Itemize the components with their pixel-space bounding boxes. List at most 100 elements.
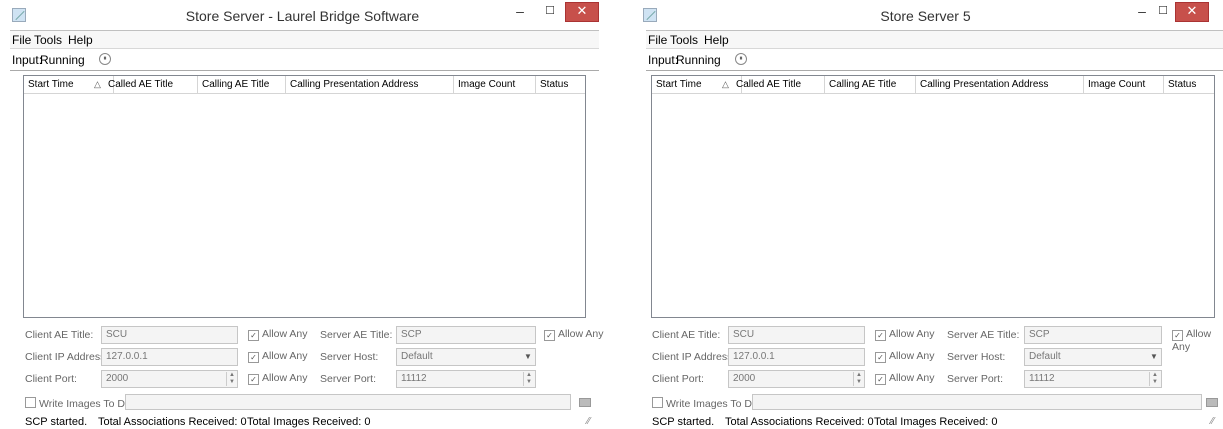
server-port-stepper[interactable]: 11112 ▲ ▼ bbox=[396, 370, 536, 388]
input-label: Input: bbox=[648, 53, 679, 67]
total-associations-received: Total Associations Received: 0 bbox=[725, 416, 874, 428]
status-message: SCP started. bbox=[25, 416, 88, 428]
client-ip-address-field[interactable]: 127.0.0.1 bbox=[728, 348, 865, 366]
menu-tools[interactable]: Tools bbox=[670, 33, 698, 47]
spinner-arrows-icon[interactable]: ▲ ▼ bbox=[1149, 372, 1160, 386]
checkmark-icon: ✓ bbox=[248, 374, 259, 385]
column-image-count[interactable]: Image Count bbox=[454, 76, 536, 93]
server-ae-title-label: Server AE Title: bbox=[947, 329, 1020, 341]
server-host-dropdown[interactable]: Default ▼ bbox=[1024, 348, 1162, 366]
maximize-button[interactable]: ☐ bbox=[539, 2, 561, 22]
allow-any-server-ae-checkbox[interactable]: ✓ Allow Any bbox=[1172, 328, 1223, 353]
sort-indicator-icon: △ bbox=[722, 79, 729, 89]
total-images-received: Total Images Received: 0 bbox=[247, 416, 371, 428]
server-port-stepper[interactable]: 11112 ▲ ▼ bbox=[1024, 370, 1162, 388]
column-called-ae-title[interactable]: Called AE Title bbox=[104, 76, 198, 93]
close-button[interactable]: ✕ bbox=[1175, 2, 1209, 22]
server-ae-title-field[interactable]: SCP bbox=[1024, 326, 1162, 344]
spinner-arrows-icon[interactable]: ▲ ▼ bbox=[523, 372, 534, 386]
column-calling-ae-title[interactable]: Calling AE Title bbox=[198, 76, 286, 93]
client-ae-title-field[interactable]: SCU bbox=[101, 326, 238, 344]
folder-icon[interactable] bbox=[1206, 398, 1218, 407]
server-host-label: Server Host: bbox=[947, 351, 1006, 363]
maximize-button[interactable]: ☐ bbox=[1152, 2, 1174, 22]
column-calling-ae-title[interactable]: Calling AE Title bbox=[825, 76, 916, 93]
write-images-checkbox[interactable]: Write Images To Disk bbox=[25, 397, 138, 410]
allow-any-client-ae-checkbox[interactable]: ✓ Allow Any bbox=[875, 328, 935, 341]
client-port-value: 2000 bbox=[106, 373, 129, 384]
pause-icon[interactable]: ⏸ bbox=[99, 53, 111, 65]
allow-any-client-ip-checkbox[interactable]: ✓ Allow Any bbox=[248, 350, 308, 363]
menu-tools[interactable]: Tools bbox=[34, 33, 62, 47]
column-called-ae-title[interactable]: Called AE Title bbox=[732, 76, 825, 93]
associations-table[interactable]: Start Time △ Called AE Title Calling AE … bbox=[23, 75, 586, 318]
checkmark-icon: ✓ bbox=[248, 330, 259, 341]
resize-grip-icon[interactable]: ⁄⁄ bbox=[1211, 416, 1214, 427]
allow-any-client-ae-checkbox[interactable]: ✓ Allow Any bbox=[248, 328, 308, 341]
title-bar[interactable]: Store Server - Laurel Bridge Software – … bbox=[0, 0, 605, 30]
total-associations-received: Total Associations Received: 0 bbox=[98, 416, 247, 428]
checkmark-icon: ✓ bbox=[875, 374, 886, 385]
client-ip-address-field[interactable]: 127.0.0.1 bbox=[101, 348, 238, 366]
write-images-checkbox[interactable]: Write Images To Disk bbox=[652, 397, 765, 410]
menu-help[interactable]: Help bbox=[68, 33, 93, 47]
server-host-dropdown[interactable]: Default ▼ bbox=[396, 348, 536, 366]
sort-indicator-icon: △ bbox=[94, 79, 101, 89]
allow-any-label: Allow Any bbox=[558, 328, 604, 340]
column-calling-presentation-address[interactable]: Calling Presentation Address bbox=[286, 76, 454, 93]
menu-file[interactable]: File bbox=[648, 33, 667, 47]
table-header: Start Time △ Called AE Title Calling AE … bbox=[24, 76, 585, 94]
menu-file[interactable]: File bbox=[12, 33, 31, 47]
close-button[interactable]: ✕ bbox=[565, 2, 599, 22]
input-state: Running bbox=[40, 53, 85, 67]
allow-any-client-port-checkbox[interactable]: ✓ Allow Any bbox=[248, 372, 308, 385]
spinner-arrows-icon[interactable]: ▲ ▼ bbox=[853, 372, 864, 386]
client-port-stepper[interactable]: 2000 ▲ ▼ bbox=[101, 370, 238, 388]
dropdown-arrow-icon[interactable]: ▼ bbox=[1149, 350, 1159, 364]
write-images-path-field[interactable] bbox=[125, 394, 571, 410]
server-host-value: Default bbox=[1029, 351, 1061, 362]
spinner-arrows-icon[interactable]: ▲ ▼ bbox=[226, 372, 237, 386]
server-ae-title-field[interactable]: SCP bbox=[396, 326, 536, 344]
client-port-stepper[interactable]: 2000 ▲ ▼ bbox=[728, 370, 865, 388]
write-images-path-field[interactable] bbox=[752, 394, 1202, 410]
minimize-button[interactable]: – bbox=[1131, 2, 1153, 22]
server-host-value: Default bbox=[401, 351, 433, 362]
client-ae-title-field[interactable]: SCU bbox=[728, 326, 865, 344]
total-images-received: Total Images Received: 0 bbox=[874, 416, 998, 428]
folder-icon[interactable] bbox=[579, 398, 591, 407]
checkmark-icon: ✓ bbox=[1172, 330, 1183, 341]
allow-any-label: Allow Any bbox=[889, 372, 935, 384]
server-port-label: Server Port: bbox=[320, 373, 377, 385]
allow-any-label: Allow Any bbox=[262, 372, 308, 384]
pause-icon[interactable]: ⏸ bbox=[735, 53, 747, 65]
column-calling-presentation-address[interactable]: Calling Presentation Address bbox=[916, 76, 1084, 93]
store-server-window-left: Store Server - Laurel Bridge Software – … bbox=[0, 0, 605, 429]
dropdown-arrow-icon[interactable]: ▼ bbox=[523, 350, 533, 364]
title-bar[interactable]: Store Server 5 – ☐ ✕ bbox=[628, 0, 1223, 30]
client-ip-address-label: Client IP Address: bbox=[652, 351, 736, 363]
write-images-label: Write Images To Disk bbox=[666, 398, 765, 410]
associations-table[interactable]: Start Time △ Called AE Title Calling AE … bbox=[651, 75, 1215, 318]
menu-help[interactable]: Help bbox=[704, 33, 729, 47]
allow-any-label: Allow Any bbox=[262, 328, 308, 340]
column-image-count[interactable]: Image Count bbox=[1084, 76, 1164, 93]
checkmark-icon: ✓ bbox=[544, 330, 555, 341]
checkmark-icon: ✓ bbox=[248, 352, 259, 363]
client-ae-title-label: Client AE Title: bbox=[25, 329, 94, 341]
server-ae-title-label: Server AE Title: bbox=[320, 329, 393, 341]
allow-any-server-ae-checkbox[interactable]: ✓ Allow Any bbox=[544, 328, 604, 341]
allow-any-client-ip-checkbox[interactable]: ✓ Allow Any bbox=[875, 350, 935, 363]
checkmark-icon: ✓ bbox=[875, 330, 886, 341]
resize-grip-icon[interactable]: ⁄⁄ bbox=[587, 416, 590, 427]
input-state: Running bbox=[676, 53, 721, 67]
column-status[interactable]: Status bbox=[536, 76, 585, 93]
minimize-button[interactable]: – bbox=[509, 2, 531, 22]
client-port-label: Client Port: bbox=[25, 373, 77, 385]
input-status-row: Input: Running ⏸ bbox=[646, 49, 1223, 69]
allow-any-client-port-checkbox[interactable]: ✓ Allow Any bbox=[875, 372, 935, 385]
allow-any-label: Allow Any bbox=[889, 328, 935, 340]
server-host-label: Server Host: bbox=[320, 351, 379, 363]
separator bbox=[10, 70, 599, 71]
column-status[interactable]: Status bbox=[1164, 76, 1214, 93]
